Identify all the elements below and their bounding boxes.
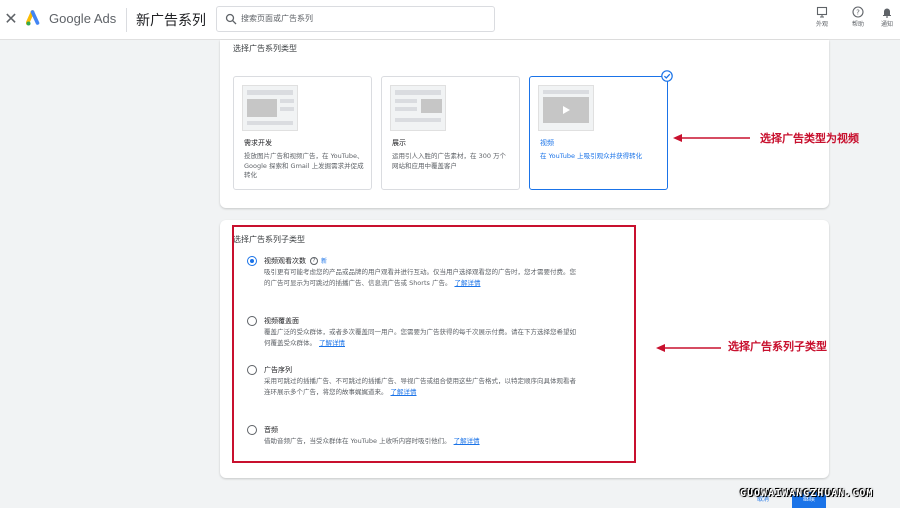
notifications-label: 通知 — [880, 21, 893, 28]
type-card-video[interactable]: 视频 在 YouTube 上吸引观众并获得转化 — [529, 76, 668, 190]
search-icon — [225, 13, 237, 25]
demand-gen-thumbnail — [242, 85, 298, 131]
video-thumbnail — [538, 85, 594, 131]
search-input[interactable]: 搜索页面或广告系列 — [216, 6, 495, 32]
search-placeholder: 搜索页面或广告系列 — [241, 14, 313, 23]
google-ads-logo — [26, 10, 40, 26]
watermark-text: GUOWAIWANGZHUAN.COM — [740, 488, 874, 499]
type-title: 需求开发 — [244, 139, 272, 147]
annotation-arrow-icon — [673, 134, 750, 142]
notifications-button[interactable]: 通知 — [872, 5, 900, 35]
palette-icon — [816, 6, 828, 18]
annotation-arrow-icon — [656, 344, 721, 352]
help-label: 帮助 — [851, 21, 864, 28]
close-icon[interactable]: ✕ — [4, 9, 18, 29]
help-icon: ? — [852, 6, 864, 18]
campaign-type-card: 选择广告系列类型 需求开发 投放图片广告和视频广告，在 YouTube、Goog… — [220, 40, 829, 208]
annotation-type-note: 选择广告类型为视频 — [760, 132, 859, 145]
type-title: 视频 — [540, 139, 554, 147]
appearance-label: 外观 — [815, 21, 828, 28]
display-thumbnail — [390, 85, 446, 131]
appearance-button[interactable]: 外观 — [807, 5, 837, 35]
type-desc: 运用引人入胜的广告素材，在 300 万个网站和应用中覆盖客户 — [392, 152, 507, 170]
type-title: 展示 — [392, 139, 406, 147]
help-button[interactable]: ? 帮助 — [843, 5, 873, 35]
svg-text:?: ? — [856, 9, 860, 17]
type-card-display[interactable]: 展示 运用引人入胜的广告素材，在 300 万个网站和应用中覆盖客户 — [381, 76, 520, 190]
campaign-type-heading: 选择广告系列类型 — [233, 44, 297, 53]
header-divider — [126, 8, 127, 32]
play-icon — [563, 106, 570, 114]
annotation-highlight-box — [232, 225, 636, 463]
page-title: 新广告系列 — [136, 13, 206, 29]
annotation-subtype-note: 选择广告系列子类型 — [728, 340, 827, 353]
brand-name: Google Ads — [49, 11, 117, 26]
selected-check-icon — [661, 70, 673, 82]
type-card-demand-gen[interactable]: 需求开发 投放图片广告和视频广告，在 YouTube、Google 探索和 Gm… — [233, 76, 372, 190]
type-desc: 投放图片广告和视频广告，在 YouTube、Google 探索和 Gmail 上… — [244, 152, 364, 179]
type-desc: 在 YouTube 上吸引观众并获得转化 — [540, 152, 643, 160]
top-bar: ✕ Google Ads 新广告系列 搜索页面或广告系列 外观 ? 帮助 通知 — [0, 0, 900, 40]
bell-icon — [883, 8, 891, 18]
